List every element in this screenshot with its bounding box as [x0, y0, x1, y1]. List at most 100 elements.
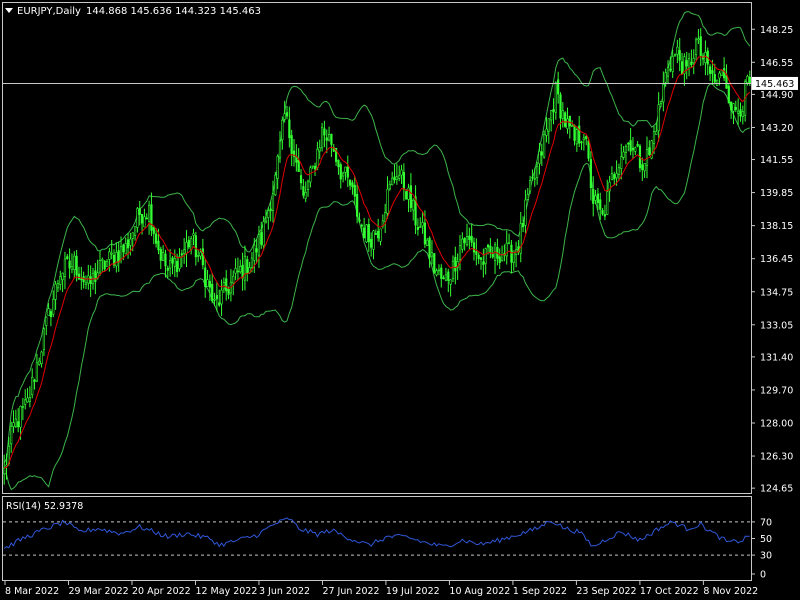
- candle: [727, 84, 730, 104]
- candle: [112, 249, 116, 268]
- time-tick-label: 8 Mar 2022: [5, 586, 59, 597]
- candle: [159, 246, 162, 270]
- candle: [687, 52, 691, 77]
- candle: [676, 39, 679, 64]
- candle: [166, 265, 169, 279]
- candle: [108, 247, 111, 272]
- candle: [379, 228, 382, 246]
- candle: [645, 136, 649, 179]
- candle: [180, 249, 183, 268]
- candle: [468, 227, 471, 250]
- candle: [262, 216, 265, 251]
- candle: [33, 378, 36, 390]
- candle: [538, 142, 541, 175]
- candle: [185, 230, 188, 268]
- upper-band: [3, 11, 751, 464]
- candle: [454, 246, 457, 285]
- candle: [402, 163, 405, 201]
- time-tick-label: 12 May 2022: [195, 586, 257, 597]
- candle: [388, 180, 391, 191]
- candle: [35, 353, 38, 383]
- time-tick-label: 1 Sep 2022: [513, 586, 567, 597]
- rsi-tick-label: 30: [760, 551, 772, 562]
- candle: [351, 180, 354, 195]
- candle: [295, 144, 298, 172]
- candle: [447, 268, 450, 293]
- candle: [673, 53, 677, 57]
- candle: [496, 238, 499, 266]
- candle: [384, 203, 387, 233]
- candle: [38, 357, 41, 366]
- candle: [147, 200, 151, 235]
- moving-average-line: [4, 55, 751, 469]
- candle: [349, 179, 352, 191]
- candle: [692, 49, 695, 75]
- candle: [514, 241, 518, 268]
- candle: [701, 52, 705, 66]
- candle: [320, 122, 324, 152]
- candle: [133, 226, 137, 241]
- candle: [680, 53, 684, 75]
- candle: [554, 81, 557, 120]
- candle: [363, 217, 366, 239]
- price-tick-label: 146.55: [760, 58, 793, 69]
- time-axis: 8 Mar 2022 29 Mar 2022 20 Apr 2022 12 May 2…: [4, 581, 758, 597]
- candle: [372, 229, 375, 260]
- candle: [479, 257, 483, 270]
- candle: [292, 138, 296, 167]
- candle: [190, 235, 193, 255]
- candle: [222, 277, 225, 293]
- candle: [517, 240, 520, 256]
- candle: [627, 142, 630, 152]
- candle: [115, 242, 118, 273]
- candle: [512, 250, 515, 271]
- candle: [648, 140, 651, 156]
- candle: [650, 139, 653, 160]
- price-tag: 145.463: [752, 76, 798, 90]
- candle: [524, 189, 527, 234]
- candle: [56, 279, 60, 293]
- candle: [433, 253, 436, 274]
- candle: [229, 269, 233, 302]
- candle: [465, 223, 469, 247]
- rsi-tick-label: 70: [760, 517, 772, 528]
- candle: [192, 228, 195, 246]
- dropdown-triangle-icon[interactable]: [5, 8, 13, 13]
- candle: [419, 217, 422, 228]
- candle: [21, 397, 24, 421]
- rsi-axis: 70 50 30 0: [751, 517, 772, 581]
- candle: [643, 162, 646, 178]
- candle: [267, 207, 270, 230]
- candle: [543, 130, 546, 159]
- candle: [395, 163, 398, 185]
- candle: [435, 268, 438, 277]
- candle: [255, 239, 258, 264]
- candle: [246, 255, 249, 282]
- candle: [367, 218, 370, 252]
- candle: [529, 175, 532, 194]
- candle: [87, 264, 90, 290]
- candle: [503, 244, 506, 262]
- candle: [61, 272, 64, 293]
- candle: [552, 98, 555, 125]
- candle: [683, 53, 686, 86]
- time-tick-label: 8 Nov 2022: [703, 586, 758, 597]
- candle: [45, 316, 48, 336]
- chart-canvas: 148.25 146.55 144.90 143.20 141.55 139.85 138.…: [2, 2, 798, 597]
- candle: [547, 118, 550, 144]
- candle: [706, 47, 709, 76]
- candle: [208, 274, 211, 301]
- candle: [31, 368, 34, 399]
- time-tick-label: 10 Aug 2022: [449, 586, 510, 597]
- candle: [339, 162, 342, 189]
- candle: [564, 111, 567, 128]
- candle: [66, 254, 69, 260]
- candle: [442, 275, 445, 280]
- candle: [575, 127, 578, 152]
- candle: [568, 115, 571, 139]
- candle: [463, 237, 466, 251]
- candle: [624, 144, 628, 165]
- candle: [232, 270, 235, 296]
- candle: [557, 71, 560, 104]
- candle: [117, 241, 120, 272]
